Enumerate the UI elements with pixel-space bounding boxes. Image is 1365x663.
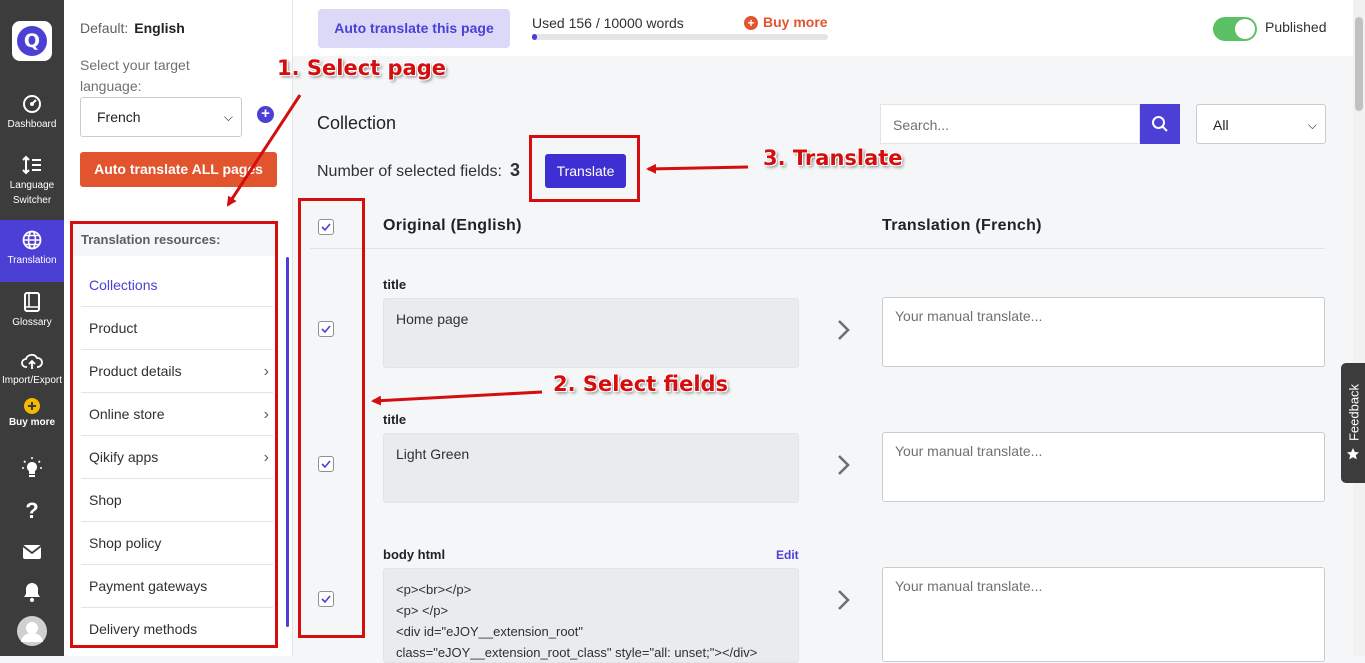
toggle-knob [1235,19,1255,39]
bell-icon[interactable] [20,580,44,604]
annotation-step-2: 2. Select fields [553,372,729,396]
target-language-select[interactable]: French ⌵ [80,97,242,137]
translation-input[interactable]: Your manual translate... [882,432,1325,502]
annotation-box-resources [70,221,278,648]
chevron-right-icon[interactable] [836,318,852,342]
avatar[interactable] [17,616,47,646]
page-scrollbar-thumb[interactable] [1355,17,1363,111]
nav-translation[interactable]: Translation [0,220,64,282]
nav-translation-label: Translation [7,255,57,266]
plus-circle-icon [24,398,40,414]
original-text: Home page [383,298,799,368]
search-button[interactable] [1140,104,1180,144]
selected-label: Number of selected fields: [317,163,502,180]
page-scrollbar[interactable] [1353,0,1365,656]
field-label: title [383,412,407,427]
arrow-step-2 [371,390,543,406]
nav-buy-more-label: Buy more [8,417,56,428]
cloud-upload-icon [21,353,43,369]
feedback-tab[interactable]: Feedback [1341,363,1365,483]
mail-icon[interactable] [20,540,44,564]
annotation-step-3: 3. Translate [763,146,903,170]
chevron-right-icon[interactable] [836,588,852,612]
original-text: Light Green [383,433,799,503]
annotation-box-checkboxes [298,198,365,638]
nav-dashboard[interactable]: Dashboard [0,94,64,132]
resources-scrollbar[interactable] [286,257,289,627]
app-logo[interactable]: Q [12,21,52,61]
header-translation: Translation (French) [882,217,1042,234]
html-line: <div id="eJOY__extension_root" [396,624,584,639]
usage-progress [532,34,828,40]
chevron-down-icon: ⌵ [223,110,233,124]
header-original: Original (English) [383,217,522,234]
nav-language-switcher-label: Language Switcher [9,180,55,206]
usage-text: Used 156 / 10000 words [532,15,684,31]
star-icon [1347,448,1359,460]
html-line: class="eJOY__extension_root_class" style… [396,645,758,660]
translation-input[interactable]: Your manual translate... [882,297,1325,367]
annotation-box-translate [529,135,640,202]
help-icon[interactable]: ? [20,498,44,522]
selected-count: Number of selected fields: 3 [317,160,520,181]
nav-dashboard-label: Dashboard [7,119,57,130]
divider [310,248,1325,249]
usage-progress-fill [532,34,537,40]
annotation-step-1: 1. Select page [277,56,446,80]
book-icon [24,292,40,312]
default-value: English [134,20,185,36]
top-bar: Auto translate this page Used 156 / 1000… [293,0,1353,56]
plus-icon: + [744,16,758,30]
lightbulb-icon[interactable] [20,456,44,480]
field-label: title [383,277,407,292]
published-label: Published [1265,19,1327,35]
chevron-right-icon[interactable] [836,453,852,477]
translation-input[interactable]: Your manual translate... [882,567,1325,662]
auto-translate-all-button[interactable]: Auto translate ALL pages [80,152,277,187]
search-icon [1152,116,1168,132]
target-language-label: Select your target language: [80,57,190,94]
field-label: body html [383,547,446,562]
logo-letter: Q [17,26,47,56]
edit-link[interactable]: Edit [776,548,799,562]
gauge-icon [23,95,41,113]
chevron-down-icon: ⌵ [1307,118,1317,132]
original-html: <p><br></p> <p> </p> <div id="eJOY__exte… [383,568,799,663]
nav-glossary[interactable]: Glossary [0,292,64,330]
default-label: Default: [80,20,129,36]
target-language-value: French [97,109,141,125]
add-language-icon[interactable]: + [257,106,274,123]
nav-glossary-label: Glossary [12,317,52,328]
html-line: <p> </p> [396,603,449,618]
nav-import-export-label: Import/Export [1,375,63,386]
buy-more-link[interactable]: + Buy more [744,14,828,30]
globe-icon [22,230,42,250]
filter-value: All [1213,117,1229,133]
page-title: Collection [317,113,397,133]
default-language: Default: English [80,20,185,36]
selected-number: 3 [509,160,520,180]
buy-more-label: Buy more [763,14,828,30]
nav-rail: Q Dashboard Language Switcher Translatio… [0,0,64,656]
nav-buy-more[interactable]: Buy more [0,398,64,430]
svg-text:?: ? [25,498,38,522]
arrow-step-3 [646,163,749,174]
published-toggle[interactable] [1213,17,1257,41]
nav-import-export[interactable]: Import/Export [0,352,64,388]
auto-translate-page-button[interactable]: Auto translate this page [318,9,510,48]
search-input[interactable]: Search... [880,104,1140,144]
nav-language-switcher[interactable]: Language Switcher [0,155,64,208]
filter-select[interactable]: All ⌵ [1196,104,1326,144]
html-line: <p><br></p> [396,582,472,597]
list-icon [22,155,41,175]
